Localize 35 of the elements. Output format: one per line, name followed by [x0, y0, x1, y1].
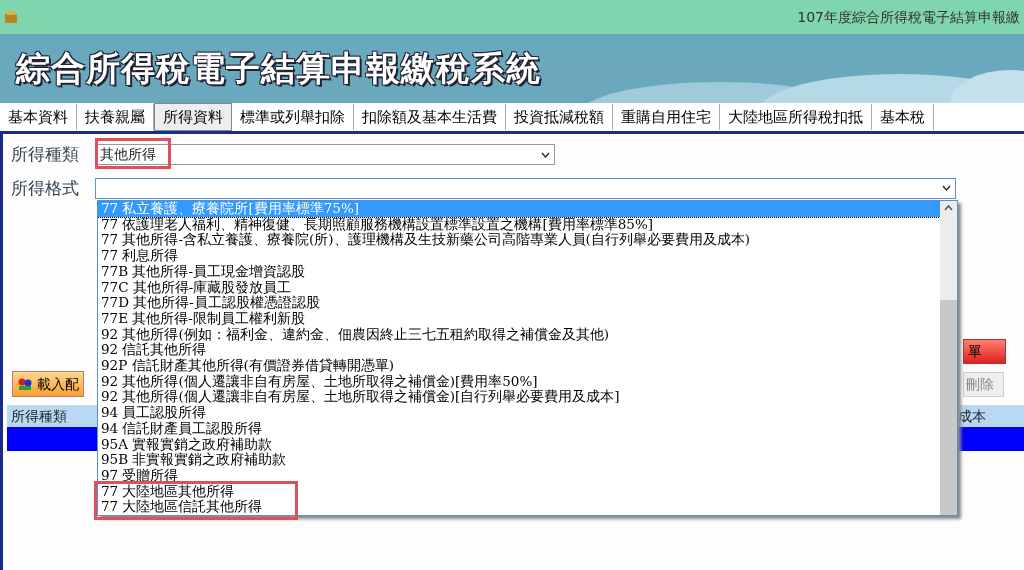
dropdown-option[interactable]: 94 員工認股所得: [98, 405, 940, 421]
dropdown-option[interactable]: 77 利息所得: [98, 248, 940, 264]
banner-title: 綜合所得稅電子結算申報繳稅系統: [16, 47, 541, 90]
dropdown-option[interactable]: 92 其他所得(個人遷讓非自有房屋、土地所取得之補償金)[自行列舉必要費用及成本]: [98, 389, 940, 406]
dropdown-option[interactable]: 95A 實報實銷之政府補助款: [98, 436, 940, 453]
dropdown-option[interactable]: 97 受贈所得: [98, 467, 940, 484]
dropdown-option[interactable]: 77 其他所得-含私立養護、療養院(所)、護理機構及生技新藥公司高階專業人員(自行列舉必要費用及成本): [98, 232, 940, 249]
dropdown-option[interactable]: 77B 其他所得-員工現金增資認股: [98, 263, 940, 280]
column-header: 所得種類: [10, 406, 67, 426]
caret-icon: [942, 185, 951, 192]
people-icon: [17, 377, 33, 391]
dropdown-option[interactable]: 77 依護理老人福利、精神復健、長期照顧服務機構設置標準設置之機構[費用率標準85%]: [98, 216, 940, 233]
dropdown-option[interactable]: 92P 信託財產其他所得(有價證券借貸轉開憑單): [98, 358, 940, 374]
dropdown-option[interactable]: 92 其他所得(個人遷讓非自有房屋、土地所取得之補償金)[費用率50%]: [98, 373, 940, 390]
field-label: 所得格式: [11, 176, 80, 200]
dropdown-option[interactable]: 92 信託其他所得: [98, 342, 940, 359]
app-icon: [4, 10, 18, 24]
dropdown-option[interactable]: 77D 其他所得-員工認股權憑證認股: [98, 295, 940, 311]
dropdown-option[interactable]: 95B 非實報實銷之政府補助款: [98, 452, 940, 468]
tab[interactable]: 所得資料: [154, 102, 232, 132]
window-title: 107年度綜合所得稅電子結算申報繳: [797, 7, 1020, 27]
caret-icon: [541, 151, 550, 158]
field-label: 所得種類: [11, 143, 80, 166]
dropdown-option[interactable]: 77 大陸地區信託其他所得: [98, 499, 940, 515]
income-format-select[interactable]: [95, 177, 956, 199]
scroll-thumb[interactable]: [940, 300, 957, 515]
dropdown-option[interactable]: 77 大陸地區其他所得: [98, 483, 940, 500]
income-type-select[interactable]: 其他所得: [95, 144, 555, 166]
dropdown-option[interactable]: 94 信託財產員工認股所得: [98, 420, 940, 437]
dropdown-option[interactable]: 92 其他所得(例如：福利金、違約金、佃農因終止三七五租約取得之補償金及其他): [98, 326, 940, 343]
dropdown-option[interactable]: 77C 其他所得-庫藏股發放員工: [98, 279, 940, 296]
column-header: 成本: [958, 406, 986, 426]
report-button[interactable]: 單: [963, 339, 1006, 364]
dropdown-option[interactable]: 77E 其他所得-限制員工權利新股: [98, 310, 940, 327]
load-button[interactable]: 載入配: [12, 371, 84, 397]
